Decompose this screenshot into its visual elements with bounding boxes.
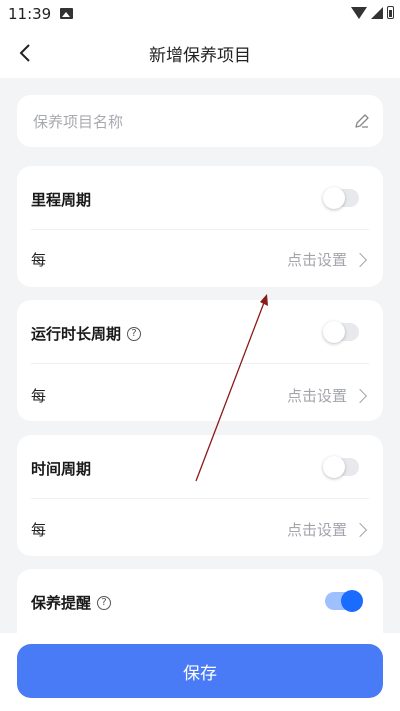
runtime-cycle-toggle[interactable] <box>323 321 359 343</box>
runtime-set-button[interactable]: 点击设置 <box>286 385 368 406</box>
wifi-icon <box>351 6 367 19</box>
runtime-cycle-title: 运行时长周期 ? <box>31 323 142 344</box>
toggle-knob <box>323 456 345 478</box>
maintenance-name-input[interactable] <box>31 95 343 149</box>
chevron-right-icon <box>352 388 368 403</box>
pencil-icon[interactable] <box>353 112 371 130</box>
runtime-cycle-label: 运行时长周期 <box>31 325 122 343</box>
mileage-cycle-label: 里程周期 <box>31 191 92 209</box>
mileage-cycle-title: 里程周期 <box>31 189 91 210</box>
signal-icon <box>371 6 383 19</box>
status-icons <box>351 6 394 19</box>
mileage-cycle-toggle[interactable] <box>323 187 359 209</box>
time-set-button[interactable]: 点击设置 <box>286 519 368 540</box>
time-cycle-toggle[interactable] <box>323 456 359 478</box>
nav-bar: 新增保养项目 <box>0 28 400 78</box>
time-cycle-label: 时间周期 <box>31 460 92 478</box>
mileage-every-label: 每 <box>31 251 47 269</box>
time-set-label: 点击设置 <box>286 521 347 539</box>
page-title: 新增保养项目 <box>149 46 251 66</box>
mileage-cycle-card: 里程周期 每 点击设置 <box>17 166 383 287</box>
name-card <box>17 95 383 149</box>
toggle-knob <box>323 321 345 343</box>
bottom-bar: 保存 <box>0 633 400 711</box>
divider <box>31 363 369 364</box>
runtime-set-label: 点击设置 <box>286 387 347 405</box>
chevron-right-icon <box>352 252 368 267</box>
status-bar: 11:39 <box>0 0 400 28</box>
time-cycle-title: 时间周期 <box>31 458 91 479</box>
reminder-label: 保养提醒 <box>31 594 92 612</box>
toggle-knob <box>341 590 363 612</box>
time-every-label: 每 <box>31 521 47 539</box>
battery-icon <box>387 6 394 19</box>
save-button[interactable]: 保存 <box>17 644 383 698</box>
runtime-every-label: 每 <box>31 387 47 405</box>
runtime-cycle-card: 运行时长周期 ? 每 点击设置 <box>17 300 383 421</box>
chevron-right-icon <box>352 522 368 537</box>
divider <box>31 498 369 499</box>
image-icon <box>60 8 73 19</box>
mileage-set-label: 点击设置 <box>286 251 347 269</box>
status-time: 11:39 <box>8 5 52 23</box>
reminder-title: 保养提醒 ? <box>31 592 112 613</box>
mileage-set-button[interactable]: 点击设置 <box>286 249 368 270</box>
divider <box>31 229 369 230</box>
help-icon[interactable]: ? <box>97 595 112 610</box>
time-cycle-card: 时间周期 每 点击设置 <box>17 435 383 556</box>
reminder-toggle[interactable] <box>325 590 363 612</box>
help-icon[interactable]: ? <box>127 326 142 341</box>
toggle-knob <box>323 187 345 209</box>
